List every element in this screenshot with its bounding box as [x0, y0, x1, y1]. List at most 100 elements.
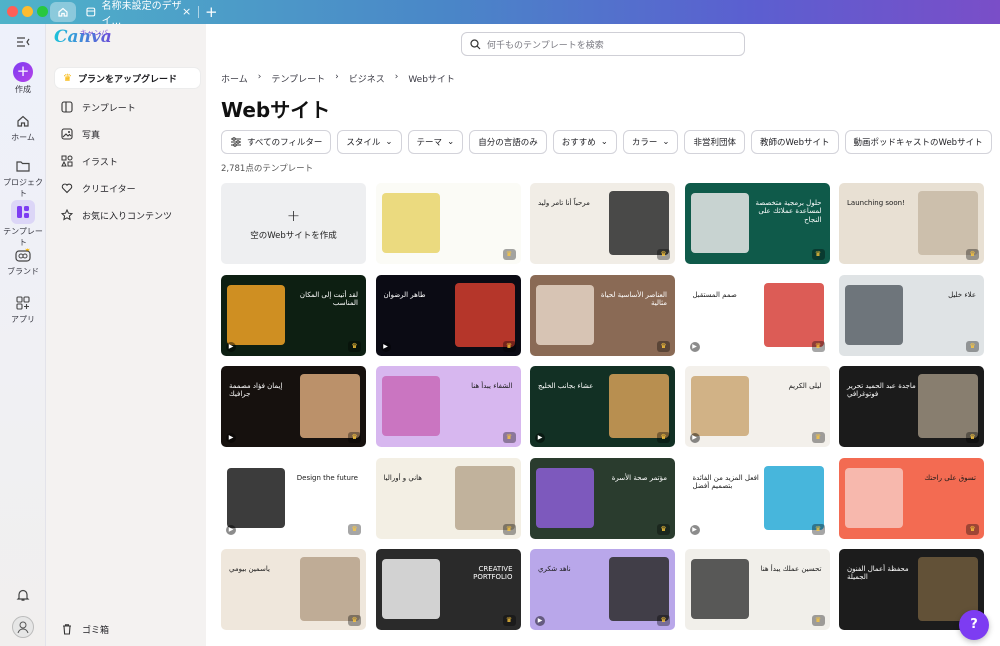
template-card[interactable]: ماجدة عبد الحميد تحرير فوتوغرافي ♛	[839, 366, 984, 447]
minimize-window-button[interactable]	[22, 6, 33, 17]
rail-item-brand[interactable]: ブランド	[0, 246, 46, 277]
new-tab-button[interactable]: +	[205, 2, 218, 22]
apps-icon	[14, 294, 32, 312]
template-card[interactable]: افعل المزيد من الفائدة بتصميم أفضل ♛ ▶	[684, 457, 830, 539]
template-card[interactable]: ياسمين بيومي ♛	[221, 549, 366, 630]
template-thumbnail-image	[763, 465, 824, 530]
filter-teacher-web[interactable]: 教師のWebサイト	[751, 130, 839, 154]
filter-podcast-web[interactable]: 動画ポッドキャストのWebサイト	[844, 130, 992, 154]
breadcrumb-home[interactable]: ホーム	[221, 72, 248, 85]
template-thumbnail-image	[690, 193, 749, 253]
template-card[interactable]: العناصر الأساسية لحياة مثالية ♛	[530, 274, 675, 356]
template-card[interactable]: لقد أتيت إلى المكان المناسب ♛ ▶	[221, 274, 366, 356]
create-blank-website-card[interactable]: + 空のWebサイトを作成	[221, 183, 366, 264]
template-thumbnail-image	[609, 191, 669, 255]
filter-own-language-label: 自分の言語のみ	[478, 138, 538, 148]
close-window-button[interactable]	[7, 6, 18, 17]
play-icon: ▶	[535, 433, 545, 443]
chevron-down-icon: ⌄	[662, 137, 670, 147]
sidebar-item-templates[interactable]: テンプレート	[60, 100, 136, 114]
canva-logo-kana: キャンバ	[80, 29, 108, 37]
toggle-panel-button[interactable]	[0, 33, 46, 53]
create-button[interactable]: + 作成	[0, 62, 46, 95]
filter-bar: すべてのフィルター スタイル ⌄ テーマ ⌄ 自分の言語のみ おすすめ ⌄ カラー ⌄ …	[221, 130, 992, 154]
template-card[interactable]: حلول برمجية متخصصة لمساعدة عملائك على ال…	[684, 183, 830, 264]
template-card-title: Design the future	[296, 473, 358, 482]
play-icon: ▶	[226, 524, 236, 535]
pro-crown-icon: ♛	[657, 249, 670, 260]
pro-crown-icon: ♛	[966, 523, 979, 535]
pro-crown-icon: ♛	[657, 523, 670, 535]
close-icon[interactable]: ×	[182, 5, 191, 18]
help-button[interactable]: ?	[959, 610, 989, 640]
main-content: 何千ものテンプレートを検索 ホーム › テンプレート › ビジネス › Webサ…	[206, 24, 1000, 646]
rail-item-projects[interactable]: プロジェクト	[0, 157, 46, 199]
sidebar-item-creators[interactable]: クリエイター	[60, 181, 136, 195]
home-tab[interactable]	[50, 2, 76, 22]
template-count: 2,781点のテンプレート	[221, 164, 314, 174]
template-card[interactable]: تحسين عملك يبدأ هنا ♛	[684, 549, 830, 630]
rail-item-label: ブランド	[7, 267, 39, 276]
filter-recommended[interactable]: おすすめ ⌄	[552, 130, 617, 154]
sidebar-item-photos[interactable]: 写真	[60, 127, 100, 141]
template-thumbnail-image	[300, 374, 360, 438]
filter-own-language[interactable]: 自分の言語のみ	[469, 130, 547, 154]
sidebar-panel	[46, 24, 206, 646]
upgrade-plan-button[interactable]: ♛ プランをアップグレード	[55, 68, 200, 88]
pro-crown-icon: ♛	[657, 432, 670, 443]
template-card[interactable]: هاني و أوراليا ♛	[375, 457, 521, 539]
rail-item-templates[interactable]: テンプレート	[0, 200, 46, 248]
filter-nonprofit[interactable]: 非営利団体	[684, 130, 745, 154]
filter-color[interactable]: カラー ⌄	[622, 130, 679, 154]
rail-item-label: アプリ	[11, 315, 35, 324]
all-filters-button[interactable]: すべてのフィルター	[221, 130, 332, 154]
template-card[interactable]: Design the future ♛ ▶	[221, 457, 366, 539]
filter-theme[interactable]: テーマ ⌄	[407, 130, 464, 154]
template-card[interactable]: طاهر الرضوان ♛ ▶	[375, 274, 521, 356]
template-card[interactable]: مؤتمر صحة الأسرة ♛	[530, 457, 675, 539]
create-blank-label: 空のWebサイトを作成	[250, 231, 337, 241]
template-card[interactable]: إيمان فؤاد مصممة جرافيك ♛ ▶	[221, 366, 366, 447]
sidebar-item-favorites[interactable]: お気に入りコンテンツ	[60, 208, 172, 222]
avatar-image	[12, 616, 34, 638]
folder-icon	[14, 157, 32, 175]
template-card[interactable]: الشفاء يبدأ هنا ♛	[375, 366, 521, 447]
pro-crown-icon: ♛	[348, 615, 361, 626]
template-thumbnail-image	[227, 284, 285, 345]
chevron-down-icon: ⌄	[385, 137, 393, 147]
maximize-window-button[interactable]	[37, 6, 48, 17]
pro-crown-icon: ♛	[811, 249, 825, 260]
template-thumbnail-image	[609, 374, 669, 438]
template-card[interactable]: Launching soon! ♛	[839, 183, 984, 264]
sidebar-item-trash[interactable]: ゴミ箱	[60, 622, 109, 636]
template-thumbnail-image	[845, 284, 903, 345]
template-card-title: تحسين عملك يبدأ هنا	[760, 565, 822, 573]
template-card[interactable]: علاء خليل ♛	[839, 274, 984, 356]
chevron-down-icon: ⌄	[447, 137, 455, 147]
filter-style[interactable]: スタイル ⌄	[337, 130, 402, 154]
template-card-title: مؤتمر صحة الأسرة	[611, 473, 667, 482]
breadcrumb-templates[interactable]: テンプレート	[271, 72, 325, 85]
tab-document[interactable]: 名称未設定のデザイ...	[78, 1, 198, 27]
template-card[interactable]: تسوق على راحتك ♛	[839, 457, 984, 539]
template-thumbnail-image	[454, 465, 515, 530]
photo-icon	[60, 127, 74, 141]
play-icon: ▶	[689, 341, 700, 352]
rail-item-apps[interactable]: アプリ	[0, 294, 46, 325]
search-input[interactable]: 何千ものテンプレートを検索	[461, 32, 745, 56]
play-icon: ▶	[535, 616, 545, 626]
template-card-title: العناصر الأساسية لحياة مثالية	[600, 290, 667, 307]
template-card[interactable]: صمم المستقبل ♛ ▶	[684, 274, 830, 356]
notifications-button[interactable]	[0, 586, 46, 606]
rail-item-home[interactable]: ホーム	[0, 112, 46, 143]
breadcrumb-business[interactable]: ビジネス	[349, 72, 385, 85]
template-card[interactable]: عشاء بجانب الخليج ♛ ▶	[530, 366, 675, 447]
avatar[interactable]	[0, 616, 46, 638]
template-card[interactable]: ليلى الكريم ♛ ▶	[684, 366, 830, 447]
template-card[interactable]: CREATIVE PORTFOLIO ♛	[375, 549, 521, 630]
template-card[interactable]: مرحباً أنا تامر وليد ♛	[530, 183, 675, 264]
template-card[interactable]: ناهد شكري ♛ ▶	[530, 549, 675, 630]
template-card[interactable]: ♛	[375, 183, 521, 264]
chevron-down-icon: ⌄	[600, 137, 608, 147]
sidebar-item-illustrations[interactable]: イラスト	[60, 154, 118, 168]
